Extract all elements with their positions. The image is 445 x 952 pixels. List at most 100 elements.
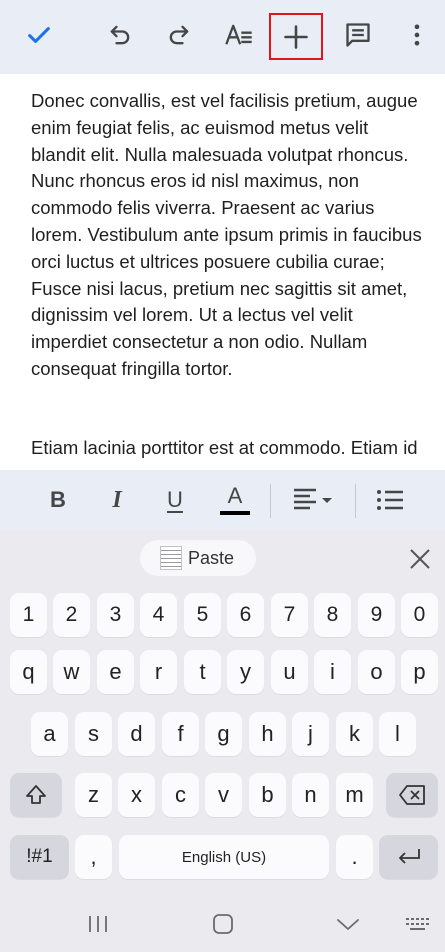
back-icon: [337, 919, 359, 930]
key-4[interactable]: 4: [140, 593, 177, 637]
home-button[interactable]: [203, 909, 243, 939]
key-n[interactable]: n: [292, 773, 329, 817]
key-3[interactable]: 3: [97, 593, 134, 637]
italic-icon: I: [112, 486, 122, 513]
key-7[interactable]: 7: [271, 593, 308, 637]
text-color-icon: A: [227, 483, 243, 508]
key-c[interactable]: c: [162, 773, 199, 817]
key-label: c: [175, 782, 186, 807]
comma-key[interactable]: ,: [75, 835, 112, 879]
key-label: p: [413, 659, 426, 684]
underline-button[interactable]: U: [155, 478, 195, 522]
key-q[interactable]: q: [10, 650, 47, 694]
text-format-button[interactable]: [212, 12, 266, 58]
key-a[interactable]: a: [31, 712, 68, 756]
key-label: o: [370, 659, 383, 684]
check-icon: [28, 27, 50, 43]
space-key[interactable]: English (US): [119, 835, 329, 879]
bold-button[interactable]: B: [38, 478, 78, 522]
period-key[interactable]: .: [336, 835, 373, 879]
bulleted-list-button[interactable]: [368, 478, 412, 522]
key-y[interactable]: y: [227, 650, 264, 694]
key-label: s: [88, 721, 99, 746]
key-g[interactable]: g: [205, 712, 242, 756]
key-label: 9: [370, 603, 383, 626]
paste-label: Paste: [188, 547, 235, 568]
key-label: d: [130, 721, 143, 746]
key-label: v: [218, 782, 229, 807]
back-button[interactable]: [328, 909, 368, 939]
keyboard-switch-button[interactable]: [398, 909, 438, 939]
key-w[interactable]: w: [53, 650, 90, 694]
key-1[interactable]: 1: [10, 593, 47, 637]
close-icon: [410, 549, 430, 569]
backspace-key[interactable]: [386, 773, 438, 817]
text-color-button[interactable]: A: [213, 478, 257, 522]
key-m[interactable]: m: [336, 773, 373, 817]
underline-icon: U: [167, 487, 183, 512]
key-v[interactable]: v: [205, 773, 242, 817]
close-suggestion-button[interactable]: [403, 542, 437, 576]
key-j[interactable]: j: [292, 712, 329, 756]
key-label: 1: [22, 603, 35, 626]
key-label: y: [240, 659, 251, 684]
key-h[interactable]: h: [249, 712, 286, 756]
key-label: 8: [326, 603, 339, 626]
key-label: !#1: [26, 846, 53, 867]
key-label: 0: [413, 603, 426, 626]
key-label: f: [177, 721, 184, 746]
key-9[interactable]: 9: [358, 593, 395, 637]
key-o[interactable]: o: [358, 650, 395, 694]
key-x[interactable]: x: [118, 773, 155, 817]
enter-key[interactable]: [379, 835, 438, 879]
key-8[interactable]: 8: [314, 593, 351, 637]
key-2[interactable]: 2: [53, 593, 90, 637]
key-d[interactable]: d: [118, 712, 155, 756]
key-label: a: [43, 721, 56, 746]
key-label: g: [217, 721, 230, 746]
system-navigation-bar: [0, 895, 445, 952]
italic-button[interactable]: I: [97, 478, 137, 522]
bulleted-list-icon: [377, 490, 403, 510]
key-t[interactable]: t: [184, 650, 221, 694]
more-options-button[interactable]: [390, 12, 444, 58]
comment-button[interactable]: [331, 12, 385, 58]
document-paragraph: Donec convallis, est vel facilisis preti…: [31, 90, 422, 379]
document-body[interactable]: Donec convallis, est vel facilisis preti…: [0, 74, 445, 470]
key-b[interactable]: b: [249, 773, 286, 817]
insert-button[interactable]: [269, 13, 323, 60]
key-label: 2: [65, 603, 78, 626]
key-label: h: [261, 721, 274, 746]
recent-apps-button[interactable]: [78, 909, 118, 939]
key-label: 7: [283, 603, 296, 626]
redo-icon: [169, 25, 189, 45]
enter-icon: [398, 849, 420, 864]
key-label: e: [109, 659, 122, 684]
align-button[interactable]: [287, 478, 339, 522]
symbols-key[interactable]: !#1: [10, 835, 69, 879]
key-label: x: [131, 782, 142, 807]
key-z[interactable]: z: [75, 773, 112, 817]
done-button[interactable]: [12, 12, 66, 58]
key-s[interactable]: s: [75, 712, 112, 756]
key-5[interactable]: 5: [184, 593, 221, 637]
key-0[interactable]: 0: [401, 593, 438, 637]
align-left-icon: [294, 488, 332, 510]
redo-button[interactable]: [152, 12, 206, 58]
key-k[interactable]: k: [336, 712, 373, 756]
undo-button[interactable]: [93, 12, 147, 58]
shift-key[interactable]: [10, 773, 62, 817]
key-u[interactable]: u: [271, 650, 308, 694]
key-label: w: [63, 659, 80, 684]
key-6[interactable]: 6: [227, 593, 264, 637]
key-e[interactable]: e: [97, 650, 134, 694]
key-p[interactable]: p: [401, 650, 438, 694]
key-l[interactable]: l: [379, 712, 416, 756]
key-r[interactable]: r: [140, 650, 177, 694]
key-i[interactable]: i: [314, 650, 351, 694]
key-label: .: [351, 844, 358, 869]
comment-icon: [346, 23, 370, 47]
key-label: English (US): [181, 848, 267, 866]
paste-button[interactable]: Paste: [140, 540, 256, 576]
key-f[interactable]: f: [162, 712, 199, 756]
